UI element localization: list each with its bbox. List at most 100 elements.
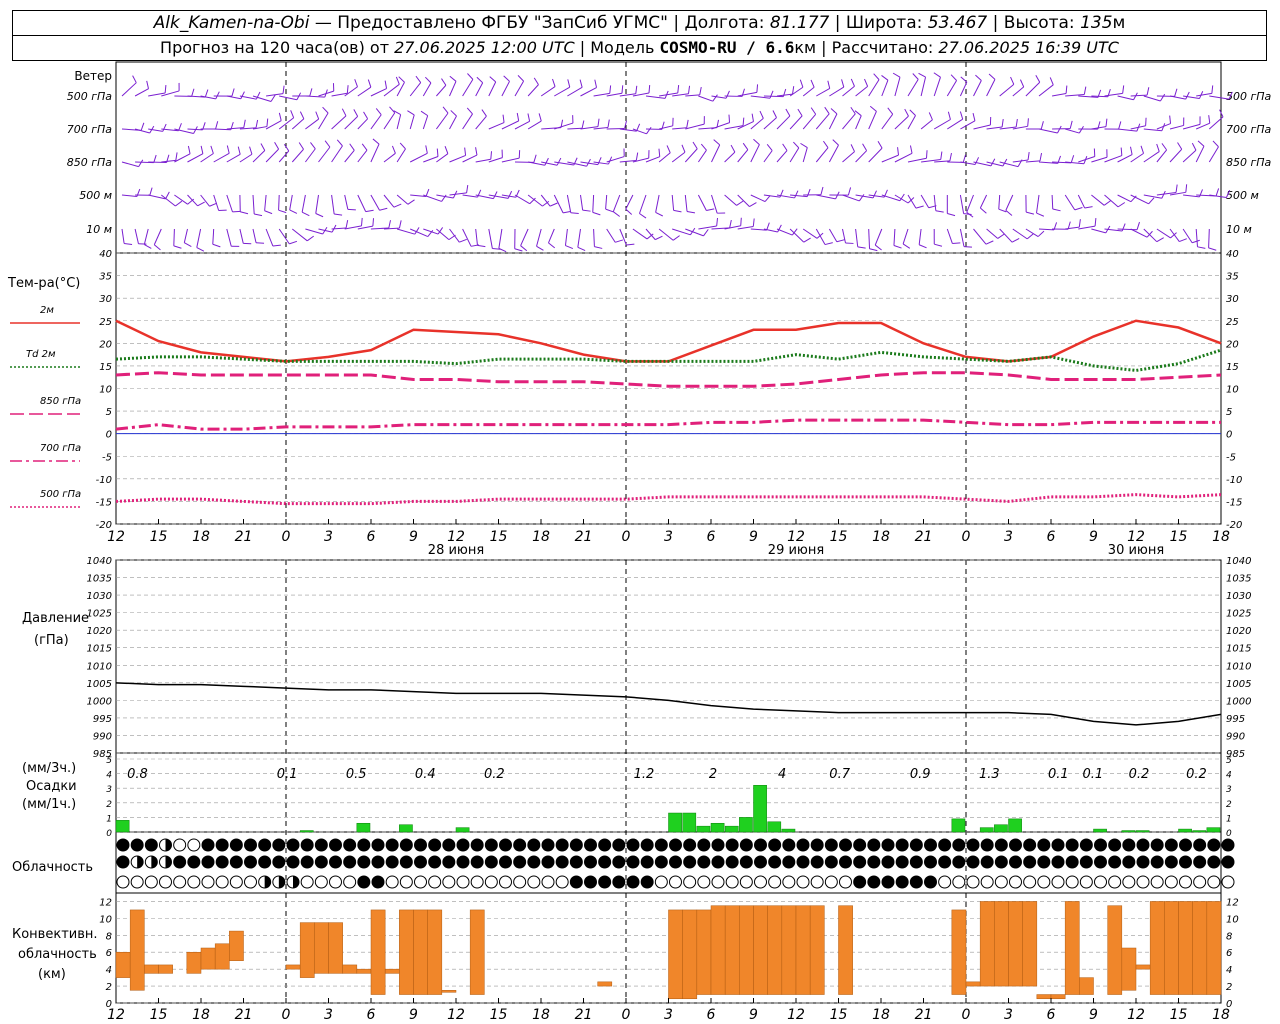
wind-barb <box>121 75 137 97</box>
cloud-symbol <box>173 855 187 869</box>
cloud-circle <box>980 838 994 852</box>
conv-bar <box>781 905 797 995</box>
wind-barb-feather <box>274 141 280 150</box>
cloud-circle <box>966 875 980 889</box>
wind-barb <box>580 157 602 166</box>
wind-barb-feather <box>527 113 531 122</box>
wind-barb-feather <box>639 213 647 219</box>
wind-barb-shaft <box>592 194 595 213</box>
wind-barb-feather <box>1001 119 1004 128</box>
cloud-symbol <box>1122 875 1136 889</box>
wind-barb <box>291 142 304 163</box>
wind-barb-shaft <box>671 194 675 211</box>
cloud-symbol <box>555 875 569 889</box>
wind-barb <box>815 140 829 163</box>
wind-barb-shaft <box>357 86 372 97</box>
cloud-symbol <box>343 875 357 889</box>
wind-barb-shaft <box>763 117 777 130</box>
wind-barb <box>907 73 919 97</box>
wind-barb <box>501 150 521 163</box>
wind-barb-feather <box>792 86 795 95</box>
wind-barb-shaft <box>776 150 788 163</box>
wind-barb-feather <box>810 79 815 88</box>
wind-barb-shaft <box>960 161 976 166</box>
wind-barb-shaft <box>737 91 757 97</box>
wind-barb-shaft <box>422 115 429 130</box>
wind-barb-shaft <box>301 194 306 213</box>
cloud-circle <box>371 838 385 852</box>
wind-barb-feather <box>395 76 400 85</box>
cloud-circle <box>229 875 243 889</box>
wind-barb <box>986 73 996 97</box>
wind-barb-feather <box>1040 121 1044 130</box>
wind-barb-feather <box>1019 79 1025 88</box>
cloud-symbol <box>569 838 583 852</box>
wind-barb-shaft <box>554 86 571 97</box>
cloud-symbol <box>994 855 1008 869</box>
cloud-symbol <box>116 838 130 852</box>
cloud-circle <box>1094 838 1107 852</box>
cloud-symbol <box>980 838 994 852</box>
wind-barb-feather <box>918 72 926 78</box>
wind-barb <box>920 112 933 130</box>
conv-bar <box>710 905 726 995</box>
wind-barb <box>763 110 777 130</box>
cloud-symbol <box>1051 855 1065 869</box>
wind-barb <box>973 74 982 97</box>
cloud-symbol <box>329 875 342 889</box>
wind-barb-shaft <box>1117 95 1134 101</box>
conv-bar <box>314 922 329 974</box>
wind-barb <box>979 194 988 214</box>
cloud-symbol <box>938 875 952 889</box>
precip-amount-label: 0.2 <box>1129 767 1150 782</box>
wind-barb-feather <box>556 157 562 166</box>
cloud-circle <box>414 838 427 852</box>
wind-barb-feather <box>310 142 316 150</box>
wind-barb <box>711 194 726 214</box>
wind-barb-feather <box>1026 211 1035 215</box>
cloud-symbol <box>569 875 583 889</box>
cloud-symbol <box>414 838 427 852</box>
wind-barb <box>580 79 598 97</box>
conv-bar <box>1206 901 1222 995</box>
cloud-circle <box>1051 838 1065 852</box>
cloud-circle <box>1065 855 1079 869</box>
cloud-circle <box>1193 855 1207 869</box>
wind-barb-feather <box>536 245 544 251</box>
wind-barb-shaft <box>829 86 845 97</box>
wind-barb-feather <box>666 145 671 153</box>
wind-barb-feather <box>215 121 219 130</box>
wind-barb <box>973 158 996 167</box>
wind-barb-feather <box>742 117 745 126</box>
wind-barb-shaft <box>315 194 319 214</box>
precip-bar <box>1206 827 1221 833</box>
wind-barb-feather <box>424 76 432 84</box>
conv-tick-label-right: 12 <box>1226 897 1239 908</box>
wind-barb-shaft <box>619 228 627 246</box>
cloud-circle <box>1164 838 1178 852</box>
cloud-circle <box>116 875 130 889</box>
cloud-symbol <box>867 855 881 869</box>
wind-barb-shaft <box>183 228 188 243</box>
wind-barb-shaft <box>998 194 1001 210</box>
cloud-circle <box>159 875 172 889</box>
conv-bar <box>1008 901 1023 987</box>
wind-barb-shaft <box>802 113 817 130</box>
wind-barb <box>907 150 928 163</box>
wind-barb-shaft <box>143 228 149 245</box>
cloud-symbol <box>1179 875 1192 889</box>
cloud-circle <box>144 838 158 852</box>
cloud-symbol <box>1122 855 1136 869</box>
wind-barb <box>800 142 808 163</box>
cloud-symbol <box>215 838 229 852</box>
temp-tick-label-right: 0 <box>1226 430 1232 441</box>
wind-barb-shaft <box>409 82 422 97</box>
cloud-symbol <box>1094 855 1107 869</box>
wind-barb <box>344 143 355 163</box>
hour-tick-label: 15 <box>490 529 508 545</box>
wind-barb <box>894 194 915 204</box>
wind-barb-shaft <box>462 228 472 247</box>
wind-barb-shaft <box>161 159 176 163</box>
wind-barb-feather <box>687 85 691 94</box>
conv-bar <box>399 909 414 995</box>
